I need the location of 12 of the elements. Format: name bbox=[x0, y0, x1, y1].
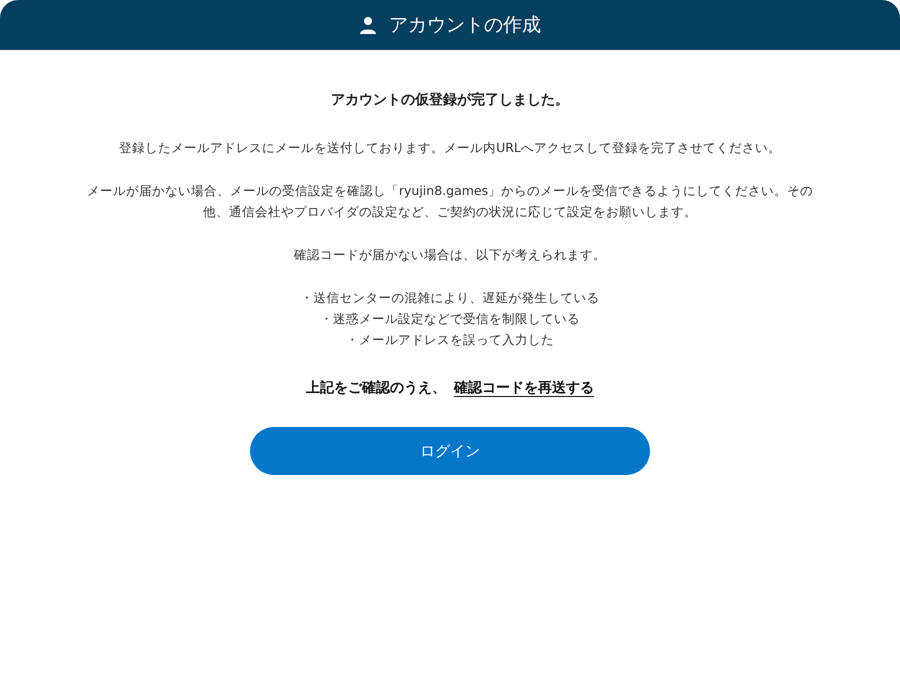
login-button[interactable]: ログイン bbox=[250, 427, 650, 475]
message-paragraph: 確認コードが届かない場合は、以下が考えられます。 bbox=[294, 246, 606, 264]
reason-item: ・メールアドレスを誤って入力した bbox=[346, 331, 554, 349]
message-paragraph: 登録したメールアドレスにメールを送付しております。メール内URLへアクセスして登録を完了させてください。 bbox=[119, 139, 781, 157]
resend-code-link[interactable]: 確認コードを再送する bbox=[454, 378, 594, 399]
header-title: アカウントの作成 bbox=[389, 12, 541, 38]
reason-item: ・迷惑メール設定などで受信を制限している bbox=[320, 310, 580, 328]
message-paragraph: メールが届かない場合、メールの受信設定を確認し「ryujin8.games」からのメールを受信できるようにしてください。その他、通信会社やプロバイダの設定など、ご契約の状況に応じて設定をお願いします。 bbox=[86, 182, 814, 221]
reason-item: ・送信センターの混雑により、遅延が発生している bbox=[300, 289, 600, 307]
resend-prompt: 上記をご確認のうえ、 bbox=[306, 379, 446, 398]
user-icon bbox=[359, 16, 377, 34]
heading: アカウントの仮登録が完了しました。 bbox=[331, 90, 569, 110]
